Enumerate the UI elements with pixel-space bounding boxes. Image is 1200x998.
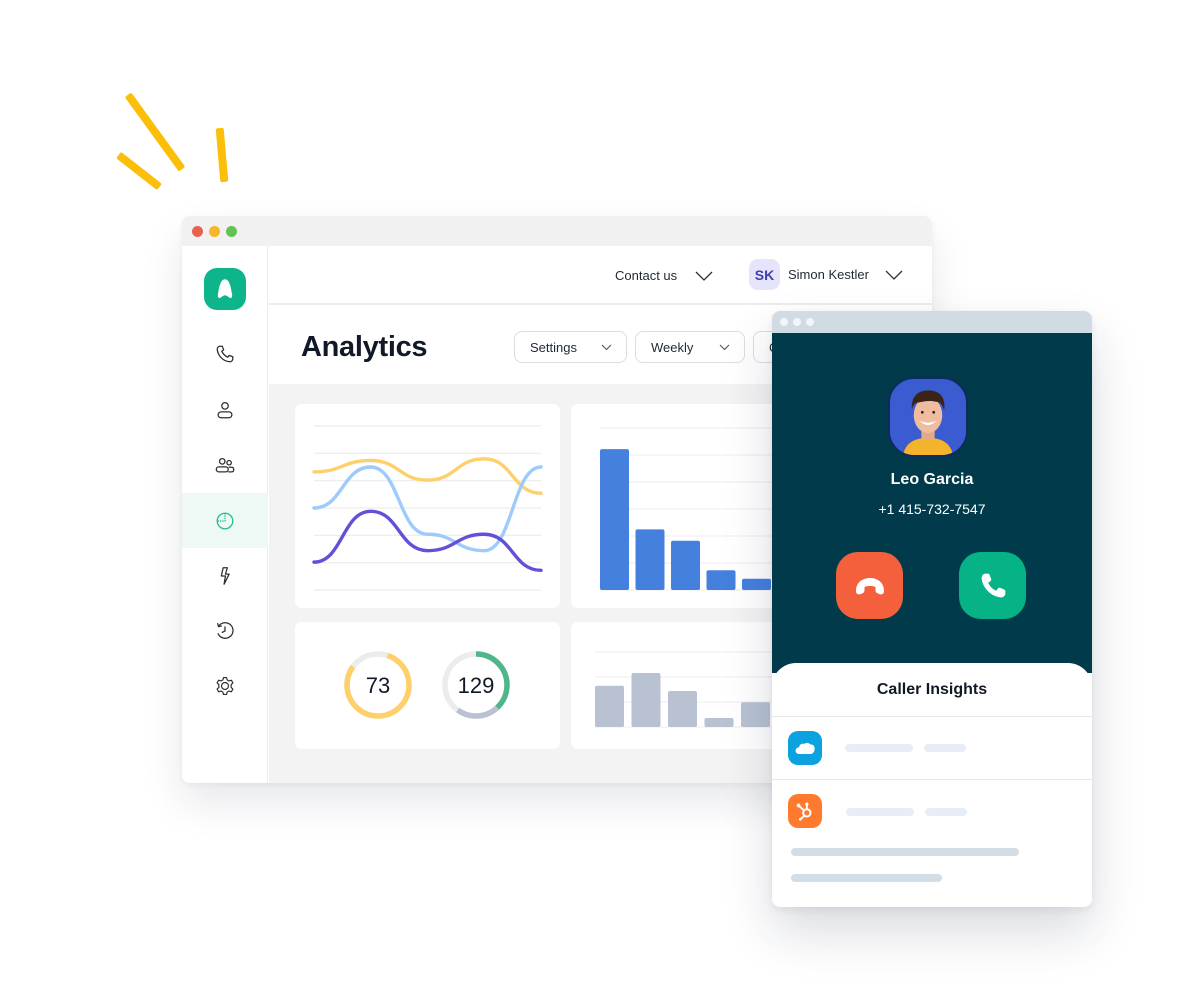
close-window-button[interactable] <box>780 318 788 326</box>
user-name: Simon Kestler <box>788 267 869 282</box>
maximize-window-button[interactable] <box>806 318 814 326</box>
sidebar-item-calls[interactable] <box>182 326 268 381</box>
history-icon <box>217 621 234 639</box>
bar-4 <box>704 718 734 727</box>
minimize-window-button[interactable] <box>209 225 220 237</box>
bar-1 <box>595 685 624 727</box>
call-panel: Leo Garcia +1 415-732-7547 <box>772 333 1092 673</box>
spark-decoration <box>124 92 186 172</box>
hubspot-icon[interactable] <box>788 794 822 828</box>
users-icon <box>215 457 235 473</box>
contact-us-label: Contact us <box>615 268 678 283</box>
chevron-down-icon <box>885 270 903 280</box>
window-titlebar <box>182 216 932 246</box>
placeholder-line <box>791 874 942 882</box>
chevron-down-icon <box>695 271 713 281</box>
bar-3 <box>668 691 697 727</box>
chevron-down-icon <box>601 344 612 350</box>
sidebar-item-contacts[interactable] <box>182 382 268 437</box>
contact-us-dropdown[interactable]: Contact us <box>615 268 713 283</box>
lightning-icon <box>220 566 230 585</box>
caller-photo <box>888 377 968 457</box>
placeholder-line <box>845 744 913 752</box>
placeholder-line <box>925 808 967 816</box>
gear-icon <box>216 676 234 695</box>
placeholder-line <box>846 808 914 816</box>
spark-decoration <box>215 127 229 183</box>
gauges: 73 129 <box>344 651 510 719</box>
caller-insights-title: Caller Insights <box>876 681 988 698</box>
divider <box>772 716 1092 717</box>
cloud-glyph <box>795 742 815 754</box>
page-title: Analytics <box>301 331 428 363</box>
incoming-call-window: Leo Garcia +1 415-732-7547 Caller Insigh… <box>772 311 1092 907</box>
divider <box>772 779 1092 780</box>
accept-call-button[interactable] <box>959 552 1026 619</box>
bar-5 <box>742 578 771 590</box>
hubspot-glyph <box>796 802 812 821</box>
user-menu[interactable]: SK Simon Kestler <box>749 259 903 290</box>
bar-3 <box>671 540 700 590</box>
hang-up-icon <box>855 577 884 594</box>
close-window-button[interactable] <box>192 225 203 237</box>
pie-chart-icon <box>216 512 234 529</box>
caller-phone: +1 415-732-7547 <box>878 501 986 517</box>
phone-icon <box>216 345 234 362</box>
user-icon <box>217 401 233 418</box>
bar-1 <box>600 449 629 590</box>
call-window-titlebar <box>772 311 1092 333</box>
line-series-yellow <box>312 457 543 495</box>
decline-call-button[interactable] <box>836 552 903 619</box>
minimize-window-button[interactable] <box>793 318 801 326</box>
bar-4 <box>706 570 736 590</box>
app-logo[interactable] <box>204 268 246 310</box>
line-chart-card <box>295 404 560 608</box>
phone-icon <box>981 573 1005 597</box>
settings-dropdown[interactable]: Settings <box>514 331 627 363</box>
gauges-card: 73 129 <box>295 622 560 749</box>
sidebar-item-teams[interactable] <box>182 437 268 492</box>
sidebar-item-history[interactable] <box>182 603 268 658</box>
gauge-value: 73 <box>366 673 390 698</box>
bar-2 <box>631 673 661 727</box>
line-chart <box>312 425 543 591</box>
spark-decoration <box>116 151 162 191</box>
sidebar-item-integrations[interactable] <box>182 548 268 603</box>
caller-insights-panel: Caller Insights <box>772 663 1092 907</box>
maximize-window-button[interactable] <box>226 225 237 237</box>
sidebar-item-settings[interactable] <box>182 658 268 713</box>
dropdown-label: Weekly <box>651 339 694 355</box>
chevron-down-icon <box>719 344 730 350</box>
logo-icon <box>217 279 233 299</box>
sidebar <box>182 246 268 783</box>
bar-2 <box>635 529 665 590</box>
salesforce-icon[interactable] <box>788 731 822 765</box>
caller-name: Leo Garcia <box>890 471 974 488</box>
dropdown-label: Settings <box>530 339 577 355</box>
placeholder-line <box>791 848 1019 856</box>
caller-portrait <box>890 379 966 455</box>
top-bar: Contact us SK Simon Kestler <box>269 246 932 305</box>
bar-5 <box>741 702 770 727</box>
placeholder-line <box>924 744 966 752</box>
sidebar-item-analytics[interactable] <box>182 493 268 548</box>
avatar: SK <box>749 259 780 290</box>
gauge-value: 129 <box>458 673 495 698</box>
period-dropdown[interactable]: Weekly <box>635 331 745 363</box>
